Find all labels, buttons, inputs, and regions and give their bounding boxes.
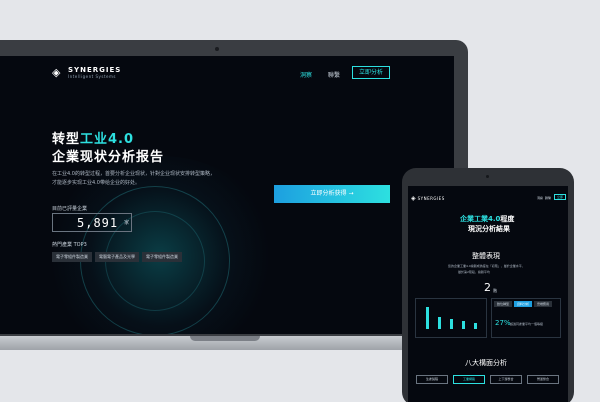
logo-name: SYNERGIES	[68, 66, 122, 74]
tablet-title-line2: 現況分析結果	[468, 225, 510, 233]
dimension-button[interactable]: 營運整合	[527, 375, 559, 384]
panel-tab[interactable]: 資料分析	[514, 301, 533, 307]
panel-tab[interactable]: 雲端應用	[534, 301, 553, 307]
panel-tab[interactable]: 數位轉型	[494, 301, 513, 307]
dimension-button[interactable]: 上下游整合	[490, 375, 522, 384]
industry-tag[interactable]: 電腦電子產品及光學	[95, 252, 139, 262]
counter-unit: 家	[124, 220, 130, 226]
overview-level: 2	[484, 281, 491, 294]
chart-bar	[450, 319, 453, 329]
cta-button[interactable]: 立即分析获得 →	[274, 185, 390, 203]
industry-tag[interactable]: 電子零組件製造業	[142, 252, 182, 262]
tablet-logo-name: SYNERGIES	[417, 196, 445, 201]
tablet-logo[interactable]: ◈ SYNERGIES	[411, 195, 445, 202]
chart-bar	[426, 307, 429, 329]
tablet-camera	[486, 175, 489, 178]
cta-label: 立即分析获得	[310, 190, 347, 197]
dimension-button[interactable]: 生產製程	[416, 375, 448, 384]
counter-value: 5,891	[77, 215, 119, 230]
nav-link-contact[interactable]: 聯繫	[328, 70, 340, 79]
laptop-notch	[190, 336, 260, 341]
chart-bar	[438, 317, 441, 329]
hero-title-accent: 工业4.0	[80, 132, 135, 147]
counter-box: 5,891 家	[52, 213, 132, 232]
dimension-button[interactable]: 工業網路	[453, 375, 485, 384]
overview-title: 整體表現	[472, 252, 500, 260]
industry-tags: 電子零組件製造業 電腦電子產品及光學 電子零組件製造業	[52, 252, 182, 262]
brand-logo[interactable]: ◈ SYNERGIES Intelligent Systems	[52, 66, 121, 79]
industry-tag[interactable]: 電子零組件製造業	[52, 252, 92, 262]
industries-label: 熱門產業 TOP3	[52, 242, 87, 248]
laptop-camera	[215, 47, 219, 51]
hero-description: 在工业4.0的转型过程，首要分析企业现状，针對企业现状安排转型策略，才能逐步实现…	[52, 171, 215, 186]
panel-percent: 27%	[495, 319, 511, 327]
panel-tabs: 數位轉型 資料分析 雲端應用	[494, 301, 553, 307]
tablet-title-suffix: 程度	[500, 215, 515, 223]
chart-bar	[462, 321, 465, 329]
logo-subtitle: Intelligent Systems	[68, 74, 116, 79]
hero-title-line1: 转型工业4.0	[52, 128, 134, 147]
overview-desc2: 屬於第2階段，總體平均	[458, 270, 490, 274]
arrow-right-icon: →	[348, 190, 354, 197]
tablet-nav-button[interactable]: 立即	[554, 194, 566, 200]
overview-desc1: 您的企業工業4.0總體成熟度在「初階」，屬於企業水平，	[448, 264, 525, 268]
tablet-title-accent: 企業工業4.0	[460, 215, 501, 223]
nav-analyze-button[interactable]: 立即分析	[352, 66, 390, 79]
panel-percent-text: 超過同產業平均一個等級	[510, 322, 544, 326]
tablet-nav-contact[interactable]: 聯繫	[545, 196, 551, 200]
logo-icon: ◈	[52, 65, 61, 79]
tablet-nav-insight[interactable]: 洞察	[537, 196, 543, 200]
chart-bar	[474, 323, 477, 329]
tablet-title-line1: 企業工業4.0程度	[460, 214, 514, 224]
dimension-title: 八大構面分析	[465, 359, 507, 367]
logo-icon: ◈	[411, 195, 416, 202]
hero-title-line2: 企業现状分析报告	[52, 150, 165, 165]
counter-label: 目前已評量企業	[52, 206, 88, 212]
hero-title-prefix: 转型	[52, 132, 81, 147]
overview-level-unit: 階	[493, 288, 497, 293]
bar-chart-panel	[415, 298, 487, 338]
nav-link-insight[interactable]: 洞察	[300, 70, 312, 79]
dimension-buttons: 生產製程 工業網路 上下游整合 營運整合	[416, 375, 559, 384]
